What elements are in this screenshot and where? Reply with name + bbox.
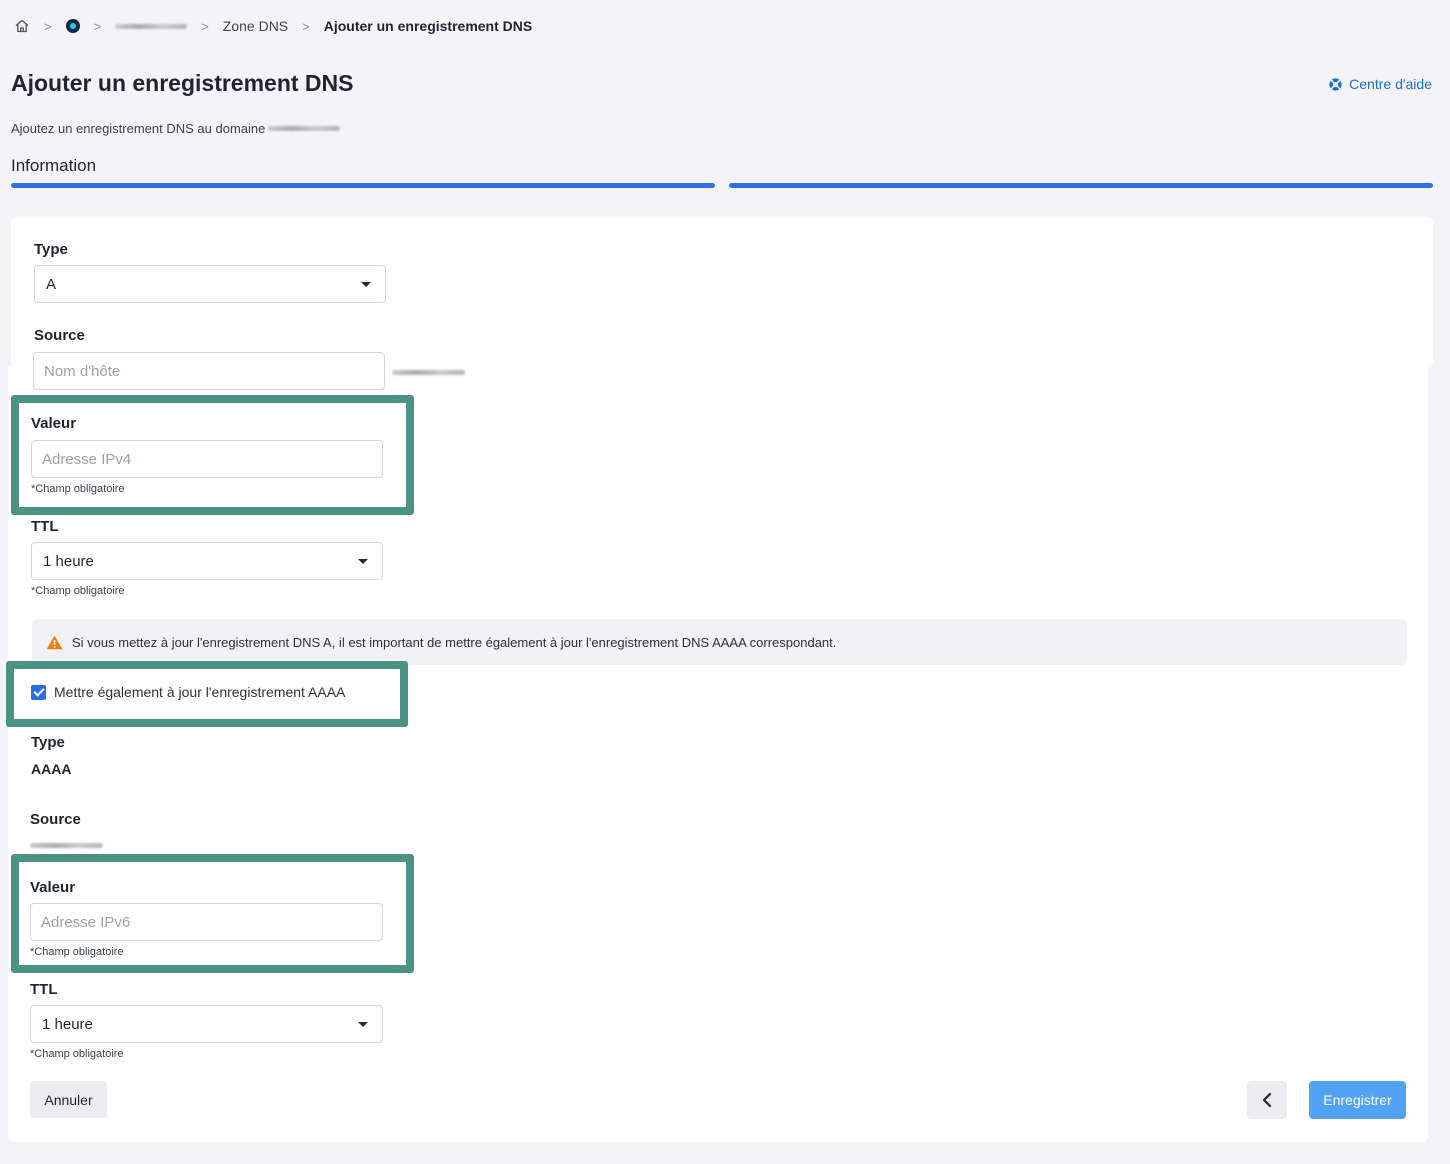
service-logo-icon[interactable]: [65, 19, 80, 33]
ipv6-input[interactable]: Adresse IPv6: [30, 903, 383, 941]
caret-down-icon: [361, 282, 371, 287]
type-select-value: A: [46, 275, 57, 293]
breadcrumb-current: Ajouter un enregistrement DNS: [323, 18, 533, 34]
aaaa-source-redacted: [30, 843, 103, 848]
update-aaaa-checkbox[interactable]: [31, 684, 46, 700]
aaaa-ttl-select-value: 1 heure: [42, 1015, 93, 1033]
lifebuoy-icon: [1329, 77, 1342, 91]
ipv4-placeholder: Adresse IPv4: [42, 450, 132, 468]
aaaa-ttl-label: TTL: [30, 981, 58, 998]
ttl-label: TTL: [31, 518, 59, 535]
breadcrumb-zone-dns[interactable]: Zone DNS: [223, 18, 288, 34]
subtitle-text: Ajoutez un enregistrement DNS au domaine: [11, 121, 266, 136]
step-bar-1: [11, 183, 715, 188]
type-select[interactable]: A: [34, 265, 386, 303]
source-label: Source: [34, 327, 85, 344]
breadcrumb: > > > Zone DNS > Ajouter un enregistreme…: [14, 16, 532, 36]
aaaa-ttl-required-hint: *Champ obligatoire: [30, 1048, 124, 1060]
save-button[interactable]: Enregistrer: [1309, 1081, 1406, 1119]
aaaa-value-required-hint: *Champ obligatoire: [30, 946, 124, 958]
aaaa-value-label: Valeur: [30, 879, 76, 896]
ttl-required-hint: *Champ obligatoire: [31, 585, 125, 597]
warning-alert: Si vous mettez à jour l'enregistrement D…: [32, 619, 1407, 665]
source-domain-suffix-redacted: [392, 370, 465, 375]
chevron-right-icon: >: [44, 18, 52, 34]
section-label: Information: [11, 156, 97, 175]
warning-icon: [46, 635, 63, 649]
help-center-link[interactable]: Centre d'aide: [1328, 76, 1432, 92]
value-required-hint: *Champ obligatoire: [31, 483, 125, 495]
back-button[interactable]: [1247, 1081, 1287, 1119]
breadcrumb-domain-redacted[interactable]: [115, 23, 188, 29]
chevron-left-icon: [1262, 1092, 1272, 1108]
page-title: Ajouter un enregistrement DNS: [11, 70, 354, 96]
aaaa-source-label: Source: [30, 811, 81, 828]
aaaa-type-label: Type: [31, 734, 65, 751]
aaaa-ttl-select[interactable]: 1 heure: [30, 1005, 383, 1043]
cancel-button[interactable]: Annuler: [30, 1081, 107, 1118]
caret-down-icon: [358, 559, 368, 564]
aaaa-type-value: AAAA: [31, 761, 72, 777]
ipv4-input[interactable]: Adresse IPv4: [31, 440, 383, 478]
caret-down-icon: [358, 1022, 368, 1027]
chevron-right-icon: >: [302, 18, 310, 34]
home-icon[interactable]: [14, 18, 30, 34]
help-center-label: Centre d'aide: [1349, 76, 1432, 92]
value-label: Valeur: [31, 415, 77, 432]
chevron-right-icon: >: [201, 18, 209, 34]
source-placeholder: Nom d'hôte: [44, 362, 121, 380]
warning-text: Si vous mettez à jour l'enregistrement D…: [72, 634, 837, 650]
source-input[interactable]: Nom d'hôte: [33, 352, 385, 390]
update-aaaa-label: Mettre également à jour l'enregistrement…: [54, 684, 346, 700]
page-subtitle: Ajoutez un enregistrement DNS au domaine: [11, 121, 341, 136]
update-aaaa-checkbox-row[interactable]: Mettre également à jour l'enregistrement…: [31, 684, 345, 700]
domain-redacted: [268, 126, 341, 131]
ttl-select-value: 1 heure: [43, 552, 94, 570]
ipv6-placeholder: Adresse IPv6: [41, 913, 131, 931]
chevron-right-icon: >: [93, 18, 102, 34]
ttl-select[interactable]: 1 heure: [31, 542, 383, 580]
step-bar-2: [729, 183, 1433, 188]
type-label: Type: [34, 241, 68, 258]
